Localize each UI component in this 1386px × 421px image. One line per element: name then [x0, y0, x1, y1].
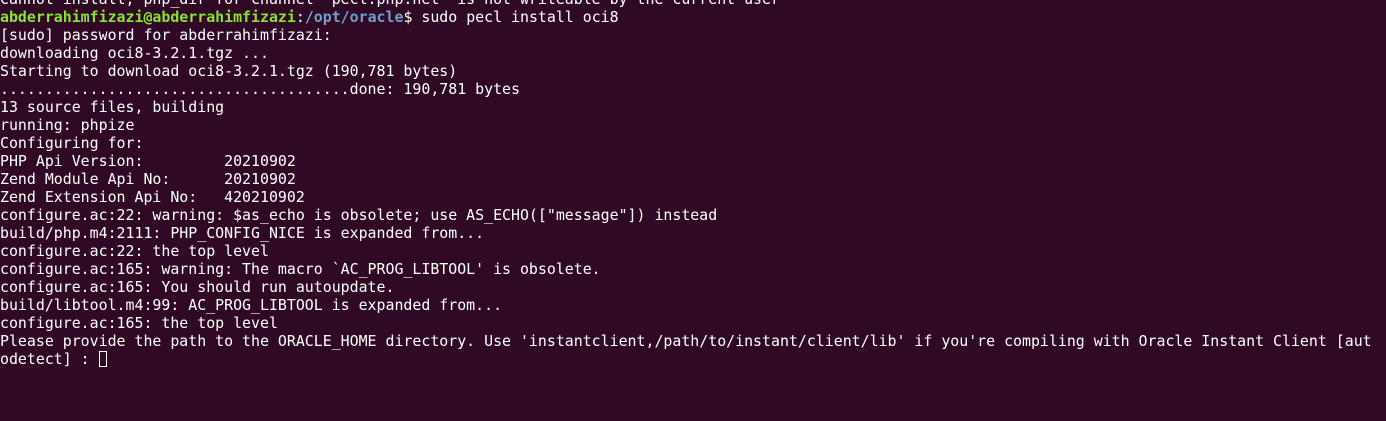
prompt-colon: :	[295, 8, 305, 26]
output-line: Cannot install, php_dir for channel "pec…	[0, 0, 1386, 8]
output-line: Zend Extension Api No: 420210902	[0, 188, 305, 206]
output-line: configure.ac:165: warning: The macro `AC…	[0, 260, 601, 278]
output-line: 13 source files, building	[0, 98, 225, 116]
command-text: sudo pecl install oci8	[412, 8, 619, 26]
terminal-output: Cannot install, php_dir for channel "pec…	[0, 0, 1386, 368]
prompt-line: abderrahimfizazi@abderrahimfizazi:/opt/o…	[0, 8, 1386, 26]
output-line: configure.ac:165: the top level	[0, 314, 278, 332]
output-line: Please provide the path to the ORACLE_HO…	[0, 332, 1372, 350]
output-line: build/libtool.m4:99: AC_PROG_LIBTOOL is …	[0, 296, 503, 314]
output-line: PHP Api Version: 20210902	[0, 152, 296, 170]
output-line: [sudo] password for abderrahimfizazi:	[0, 26, 332, 44]
output-line: .......................................d…	[0, 80, 520, 98]
text-cursor[interactable]	[98, 351, 107, 367]
output-line: configure.ac:22: the top level	[0, 242, 269, 260]
output-line: running: phpize	[0, 116, 135, 134]
output-line: downloading oci8-3.2.1.tgz ...	[0, 44, 269, 62]
output-line: Configuring for:	[0, 134, 144, 152]
input-prompt-line[interactable]: odetect] :	[0, 350, 1386, 368]
output-line: configure.ac:22: warning: $as_echo is ob…	[0, 206, 718, 224]
prompt-path: /opt/oracle	[304, 8, 404, 26]
output-line: build/php.m4:2111: PHP_CONFIG_NICE is ex…	[0, 224, 485, 242]
input-prompt-text: odetect] :	[0, 350, 99, 368]
output-line: Starting to download oci8-3.2.1.tgz (190…	[0, 62, 458, 80]
terminal-window[interactable]: Cannot install, php_dir for channel "pec…	[0, 0, 1386, 421]
output-line: Zend Module Api No: 20210902	[0, 170, 296, 188]
prompt-user-host: abderrahimfizazi@abderrahimfizazi	[0, 8, 296, 26]
output-line: configure.ac:165: You should run autoupd…	[0, 278, 395, 296]
